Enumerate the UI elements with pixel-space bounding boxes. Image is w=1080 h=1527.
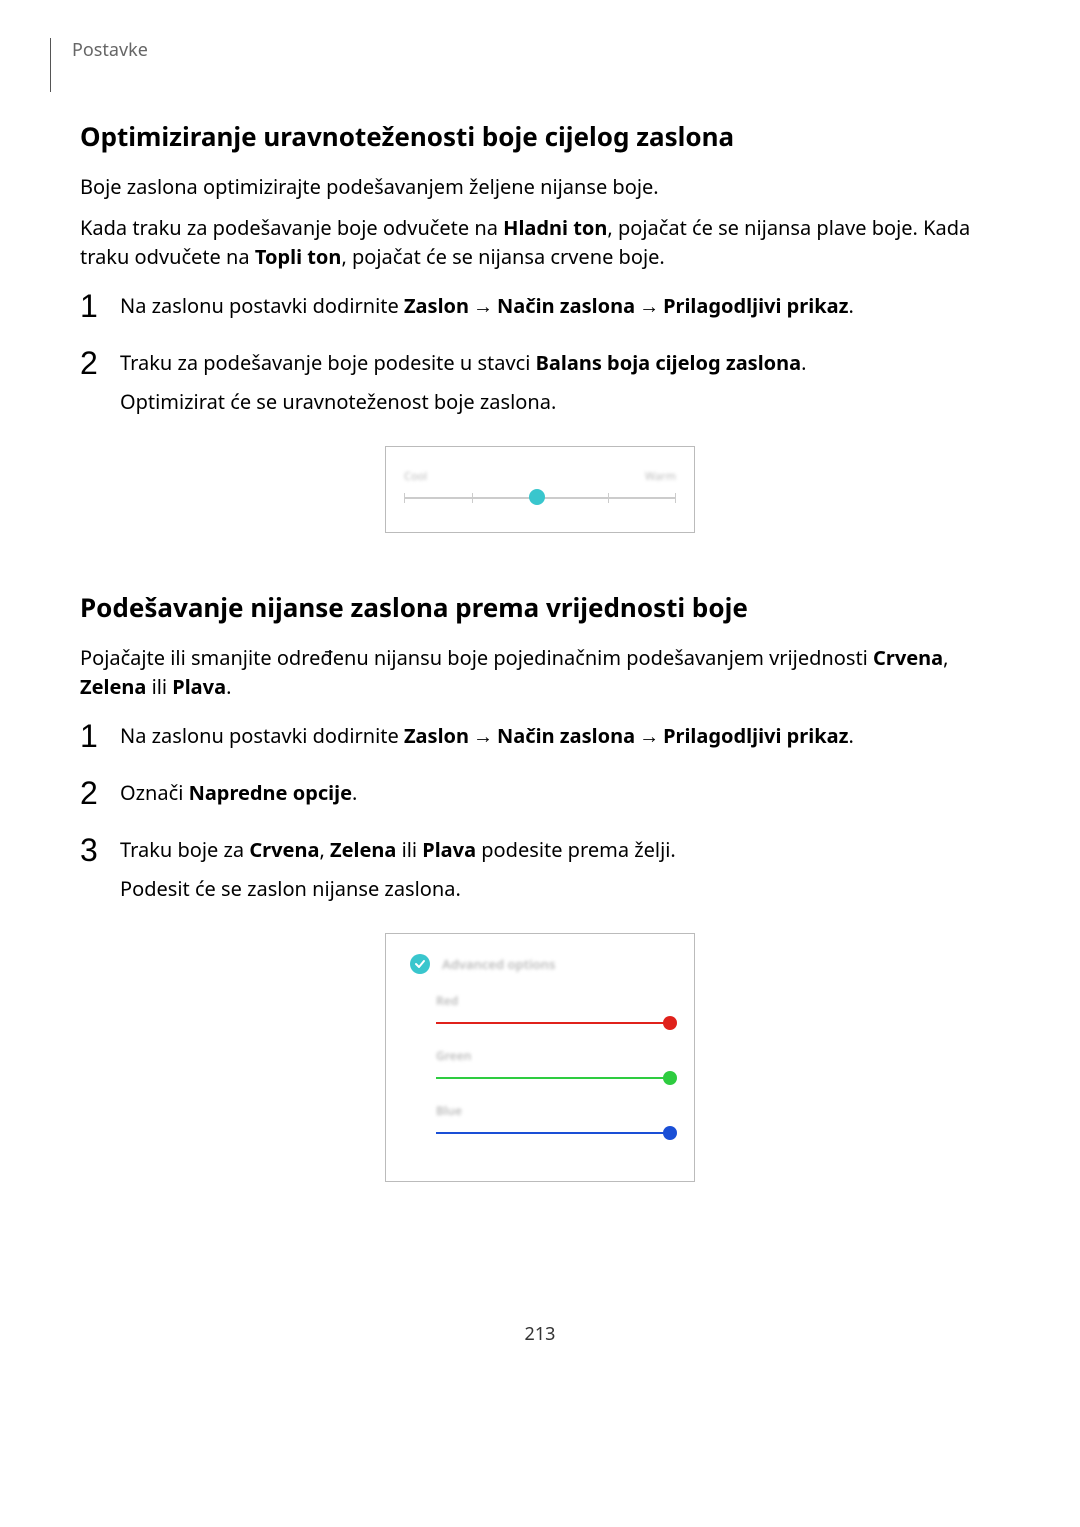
- advanced-options-figure: Advanced options Red Green Blue: [385, 933, 695, 1182]
- green-slider-row: Green: [436, 1047, 670, 1086]
- heading-adjust-by-value: Podešavanje nijanse zaslona prema vrijed…: [80, 589, 1000, 625]
- balance-slider-track[interactable]: [404, 492, 676, 504]
- paragraph-1: Boje zaslona optimizirajte podešavanjem …: [80, 172, 1000, 201]
- steps-section-2: Na zaslonu postavki dodirnite Zaslon→Nač…: [80, 721, 1000, 903]
- paragraph-2: Kada traku za podešavanje boje odvučete …: [80, 213, 1000, 271]
- step-2-3: Traku boje za Crvena, Zelena ili Plava p…: [80, 835, 1000, 903]
- red-slider-row: Red: [436, 992, 670, 1031]
- balance-slider-handle[interactable]: [529, 489, 545, 505]
- balance-labels: Cool Warm: [404, 469, 676, 484]
- red-label: Red: [436, 992, 670, 1009]
- step-1-2-sub: Optimizirat će se uravnoteženost boje za…: [120, 387, 1000, 416]
- paragraph-3: Pojačajte ili smanjite određenu nijansu …: [80, 643, 1000, 701]
- red-slider-fill: [436, 1022, 670, 1024]
- margin-rule: [50, 38, 51, 92]
- balance-slider-figure: Cool Warm: [385, 446, 695, 533]
- green-slider-knob[interactable]: [663, 1071, 677, 1085]
- balance-tick: [472, 493, 473, 503]
- blue-slider[interactable]: [436, 1127, 670, 1141]
- red-slider-knob[interactable]: [663, 1016, 677, 1030]
- checkbox-checked-icon[interactable]: [410, 954, 430, 974]
- section-header: Postavke: [72, 38, 1000, 62]
- green-slider[interactable]: [436, 1072, 670, 1086]
- advanced-options-label: Advanced options: [442, 955, 555, 973]
- advanced-options-header[interactable]: Advanced options: [410, 954, 670, 974]
- red-slider[interactable]: [436, 1017, 670, 1031]
- blue-slider-fill: [436, 1132, 670, 1134]
- step-2-2: Označi Napredne opcije.: [80, 778, 1000, 807]
- blue-label: Blue: [436, 1102, 670, 1119]
- green-label: Green: [436, 1047, 670, 1064]
- balance-tick: [404, 493, 405, 503]
- heading-optimize-balance: Optimiziranje uravnoteženosti boje cijel…: [80, 118, 1000, 154]
- page-number: 213: [80, 1322, 1000, 1346]
- blue-slider-knob[interactable]: [663, 1126, 677, 1140]
- green-slider-fill: [436, 1077, 670, 1079]
- step-1-1: Na zaslonu postavki dodirnite Zaslon→Nač…: [80, 291, 1000, 320]
- blue-slider-row: Blue: [436, 1102, 670, 1141]
- step-1-2: Traku za podešavanje boje podesite u sta…: [80, 348, 1000, 416]
- balance-label-left: Cool: [404, 469, 427, 484]
- balance-tick: [608, 493, 609, 503]
- steps-section-1: Na zaslonu postavki dodirnite Zaslon→Nač…: [80, 291, 1000, 416]
- step-2-1: Na zaslonu postavki dodirnite Zaslon→Nač…: [80, 721, 1000, 750]
- balance-tick: [675, 493, 676, 503]
- balance-label-right: Warm: [645, 469, 676, 484]
- step-2-3-sub: Podesit će se zaslon nijanse zaslona.: [120, 874, 1000, 903]
